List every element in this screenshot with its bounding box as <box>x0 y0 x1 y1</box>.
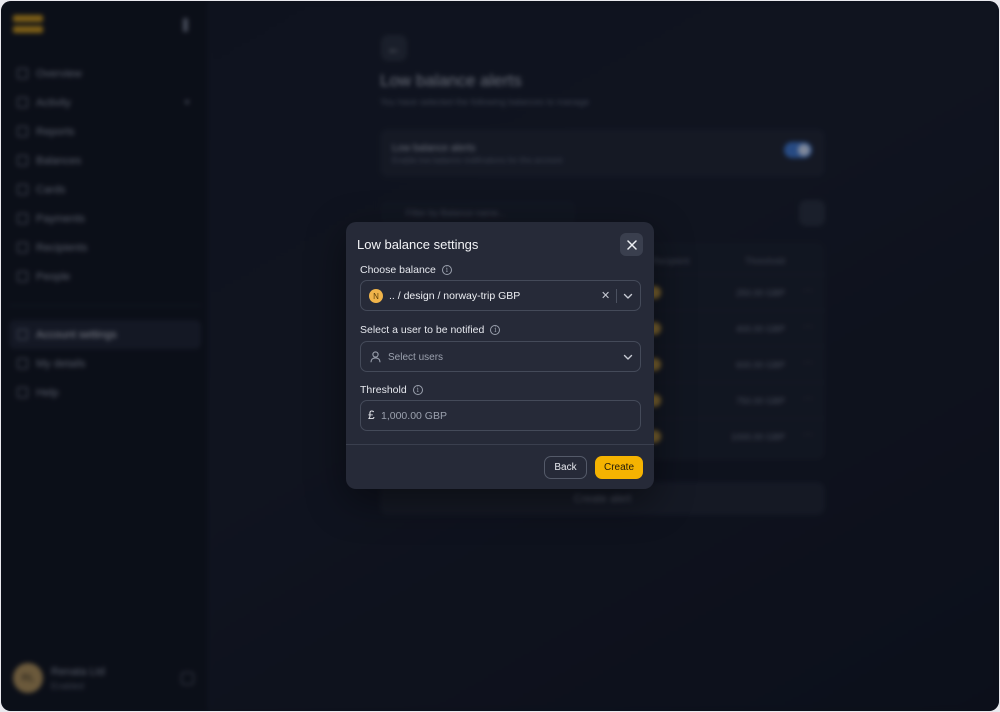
chevron-down-icon[interactable] <box>621 350 635 364</box>
choose-balance-label-text: Choose balance <box>360 264 436 276</box>
create-button[interactable]: Create <box>595 456 643 479</box>
user-icon <box>370 351 381 363</box>
threshold-label-text: Threshold <box>360 384 407 396</box>
threshold-field[interactable]: £ <box>360 400 641 431</box>
balance-select[interactable]: N .. / design / norway-trip GBP ✕ <box>360 280 641 311</box>
clear-icon[interactable]: ✕ <box>601 289 610 302</box>
chevron-down-icon[interactable] <box>621 289 635 303</box>
back-button[interactable]: Back <box>544 456 587 479</box>
notify-user-label: Select a user to be notified i <box>360 324 501 336</box>
balance-badge: N <box>369 289 383 303</box>
selected-balance: .. / design / norway-trip GBP <box>389 290 521 302</box>
dialog-title: Low balance settings <box>357 237 479 252</box>
app-window: Overview Activity ▼ Reports Balances Card… <box>1 1 999 711</box>
choose-balance-label: Choose balance i <box>360 264 452 276</box>
currency-symbol: £ <box>368 408 375 422</box>
threshold-label: Threshold i <box>360 384 423 396</box>
info-icon[interactable]: i <box>490 325 501 335</box>
low-balance-settings-dialog: Low balance settings Choose balance i N … <box>346 222 654 489</box>
users-placeholder: Select users <box>388 352 444 363</box>
info-icon[interactable]: i <box>412 385 423 395</box>
users-select[interactable]: Select users <box>360 341 641 372</box>
close-icon <box>626 239 637 250</box>
info-icon[interactable]: i <box>441 265 452 275</box>
notify-user-label-text: Select a user to be notified <box>360 324 485 336</box>
close-button[interactable] <box>620 233 643 256</box>
threshold-input[interactable] <box>381 401 636 430</box>
dialog-footer-divider <box>346 444 654 445</box>
select-divider <box>616 289 617 303</box>
